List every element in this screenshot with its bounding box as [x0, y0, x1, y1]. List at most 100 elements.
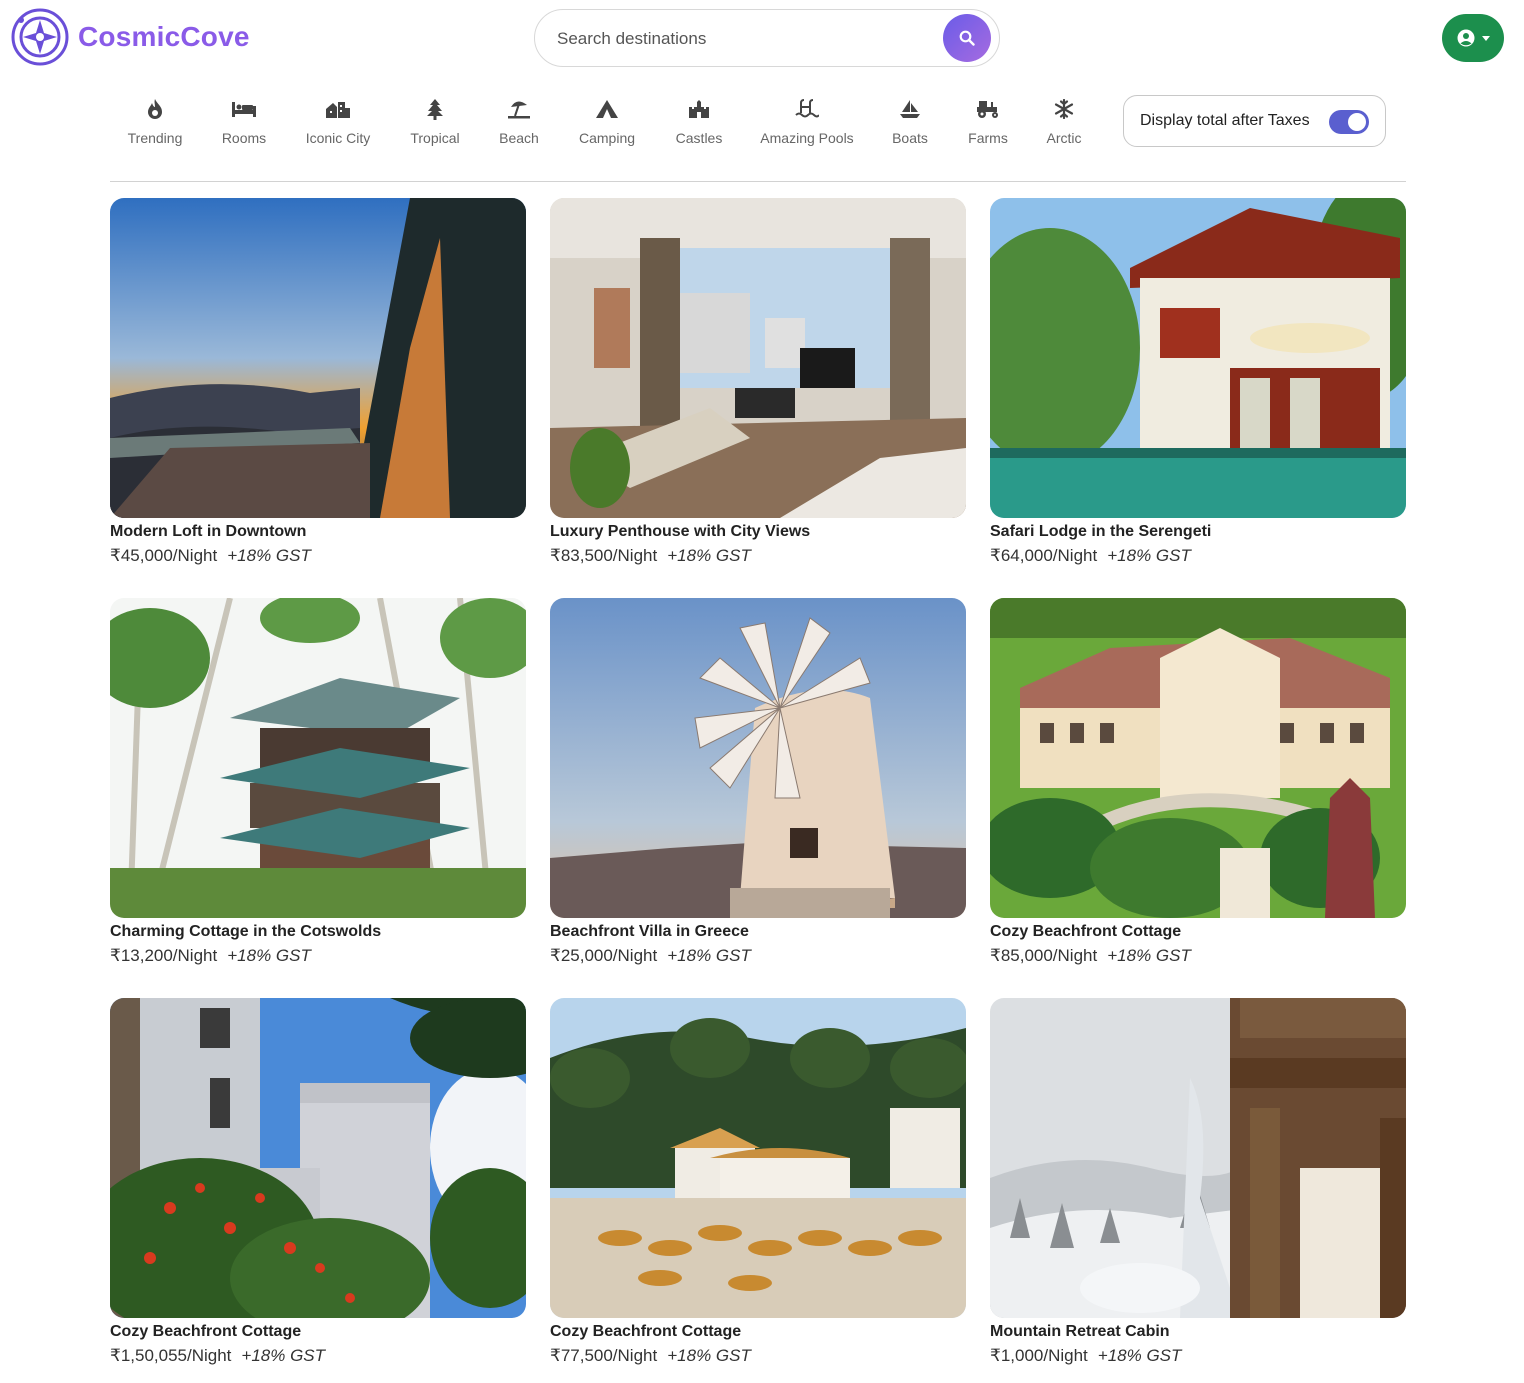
listing-photo[interactable]	[550, 998, 966, 1318]
user-circle-icon	[1457, 29, 1474, 47]
category-castles[interactable]: Castles	[670, 94, 728, 154]
tax-toggle[interactable]: Display total after Taxes	[1123, 95, 1386, 147]
listing-title[interactable]: Charming Cottage in the Cotswolds	[110, 922, 526, 942]
category-beach[interactable]: Beach	[494, 94, 544, 154]
listing-title[interactable]: Beachfront Villa in Greece	[550, 922, 966, 942]
price-value: ₹77,500/Night	[550, 1346, 658, 1365]
listing-price: ₹45,000/Night +18% GST	[110, 546, 526, 566]
listing-photo[interactable]	[110, 198, 526, 518]
listing-card[interactable]: Cozy Beachfront Cottage ₹1,50,055/Night +…	[110, 998, 526, 1366]
sailboat-icon	[900, 100, 920, 118]
listing-card[interactable]: Charming Cottage in the Cotswolds ₹13,20…	[110, 598, 526, 966]
listing-card[interactable]: Luxury Penthouse with City Views ₹83,500…	[550, 198, 966, 566]
gst-note: +18% GST	[227, 546, 311, 565]
category-label: Tropical	[410, 130, 460, 146]
tax-toggle-label: Display total after Taxes	[1140, 112, 1310, 129]
category-amazing-pools[interactable]: Amazing Pools	[758, 94, 856, 154]
listing-card[interactable]: Safari Lodge in the Serengeti ₹64,000/Ni…	[990, 198, 1406, 566]
category-trending[interactable]: Trending	[122, 94, 188, 154]
umbrella-beach-icon	[508, 101, 530, 119]
category-arctic[interactable]: Arctic	[1042, 94, 1086, 154]
gst-note: +18% GST	[667, 546, 751, 565]
brand-logo[interactable]: CosmicCove	[11, 8, 250, 66]
castle-icon	[689, 100, 709, 118]
category-label: Iconic City	[305, 130, 371, 146]
compass-logo-icon	[11, 8, 69, 66]
price-value: ₹25,000/Night	[550, 946, 658, 965]
category-tropical[interactable]: Tropical	[406, 94, 464, 154]
price-value: ₹13,200/Night	[110, 946, 218, 965]
listing-title[interactable]: Cozy Beachfront Cottage	[550, 1322, 966, 1342]
listing-title[interactable]: Luxury Penthouse with City Views	[550, 522, 966, 542]
search-button[interactable]	[943, 14, 991, 62]
category-farms[interactable]: Farms	[964, 94, 1012, 154]
price-value: ₹1,000/Night	[990, 1346, 1088, 1365]
tent-icon	[596, 100, 618, 118]
category-label: Beach	[499, 130, 539, 146]
city-icon	[326, 102, 350, 118]
listing-price: ₹13,200/Night +18% GST	[110, 946, 526, 966]
brand-name: CosmicCove	[78, 21, 250, 52]
listing-price: ₹77,500/Night +18% GST	[550, 1346, 966, 1366]
listing-photo[interactable]	[990, 198, 1406, 518]
listing-photo[interactable]	[110, 598, 526, 918]
pool-icon	[795, 99, 819, 118]
gst-note: +18% GST	[1107, 946, 1191, 965]
category-label: Trending	[127, 130, 183, 146]
price-value: ₹64,000/Night	[990, 546, 1098, 565]
snowflake-icon	[1054, 99, 1074, 119]
listing-card[interactable]: Mountain Retreat Cabin ₹1,000/Night +18% …	[990, 998, 1406, 1366]
gst-note: +18% GST	[667, 946, 751, 965]
listing-price: ₹64,000/Night +18% GST	[990, 546, 1406, 566]
category-label: Rooms	[221, 130, 267, 146]
listing-photo[interactable]	[550, 198, 966, 518]
gst-note: +18% GST	[241, 1346, 326, 1365]
fire-icon	[148, 99, 162, 119]
listing-card[interactable]: Cozy Beachfront Cottage ₹77,500/Night +18…	[550, 998, 966, 1366]
category-label: Camping	[578, 130, 636, 146]
chevron-down-icon	[1481, 35, 1490, 41]
price-value: ₹45,000/Night	[110, 546, 218, 565]
gst-note: +18% GST	[1097, 1346, 1182, 1365]
listing-photo[interactable]	[110, 998, 526, 1318]
category-label: Arctic	[1046, 130, 1082, 146]
listing-card[interactable]: Beachfront Villa in Greece ₹25,000/Night…	[550, 598, 966, 966]
divider	[110, 181, 1406, 182]
user-menu-button[interactable]	[1442, 14, 1504, 62]
bed-icon	[232, 102, 256, 117]
search-input[interactable]	[557, 24, 937, 54]
listing-price: ₹25,000/Night +18% GST	[550, 946, 966, 966]
price-value: ₹1,50,055/Night	[110, 1346, 232, 1365]
gst-note: +18% GST	[227, 946, 311, 965]
listing-price: ₹83,500/Night +18% GST	[550, 546, 966, 566]
switch-knob	[1348, 113, 1366, 131]
tractor-icon	[977, 101, 998, 118]
listing-title[interactable]: Modern Loft in Downtown	[110, 522, 526, 542]
category-boats[interactable]: Boats	[886, 94, 934, 154]
listing-title[interactable]: Cozy Beachfront Cottage	[990, 922, 1406, 942]
gst-note: +18% GST	[667, 1346, 751, 1365]
listing-title[interactable]: Mountain Retreat Cabin	[990, 1322, 1406, 1342]
listing-card[interactable]: Modern Loft in Downtown ₹45,000/Night +18…	[110, 198, 526, 566]
search-icon	[959, 30, 975, 46]
listing-title[interactable]: Safari Lodge in the Serengeti	[990, 522, 1406, 542]
category-camping[interactable]: Camping	[574, 94, 640, 154]
category-label: Farms	[968, 130, 1008, 146]
listing-title[interactable]: Cozy Beachfront Cottage	[110, 1322, 526, 1342]
listing-photo[interactable]	[990, 598, 1406, 918]
listing-photo[interactable]	[990, 998, 1406, 1318]
price-value: ₹83,500/Night	[550, 546, 658, 565]
listing-photo[interactable]	[550, 598, 966, 918]
price-value: ₹85,000/Night	[990, 946, 1098, 965]
category-label: Castles	[675, 130, 723, 146]
listing-price: ₹85,000/Night +18% GST	[990, 946, 1406, 966]
category-label: Amazing Pools	[760, 130, 854, 146]
search-bar	[534, 9, 1000, 67]
listing-price: ₹1,000/Night +18% GST	[990, 1346, 1406, 1366]
tax-switch[interactable]	[1329, 110, 1369, 134]
category-label: Boats	[892, 130, 928, 146]
listing-price: ₹1,50,055/Night +18% GST	[110, 1346, 526, 1366]
category-rooms[interactable]: Rooms	[216, 94, 272, 154]
listing-card[interactable]: Cozy Beachfront Cottage ₹85,000/Night +18…	[990, 598, 1406, 966]
category-iconic-city[interactable]: Iconic City	[300, 94, 376, 154]
